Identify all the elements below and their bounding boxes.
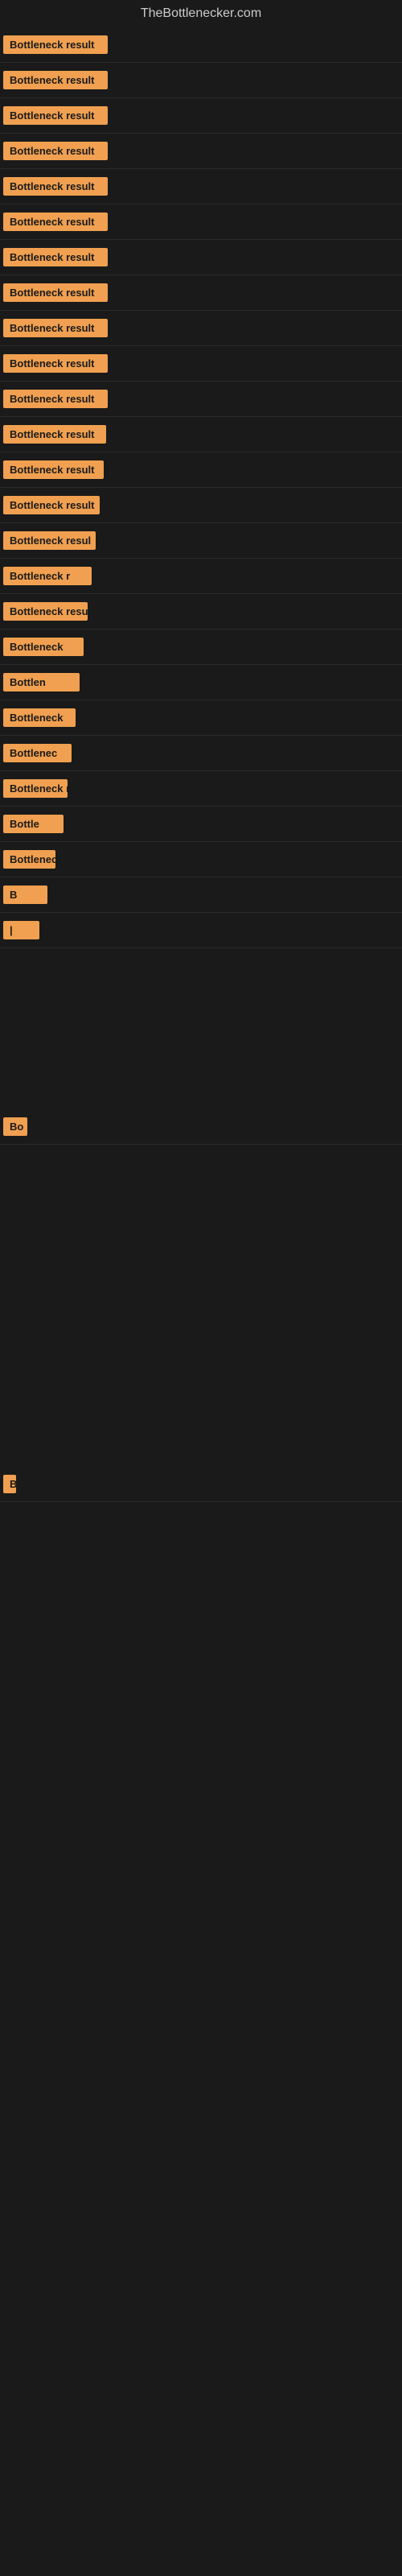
list-item[interactable]: Bottleneck result — [0, 169, 402, 204]
list-item[interactable]: B — [0, 877, 402, 913]
list-item[interactable]: Bottleneck result — [0, 63, 402, 98]
list-item[interactable]: Bottleneck result — [0, 346, 402, 382]
bottleneck-result-label[interactable]: B — [3, 886, 47, 904]
spacer-section-3 — [0, 1502, 402, 1985]
bottleneck-result-label[interactable]: Bottleneck result — [3, 248, 108, 266]
bottleneck-result-label[interactable]: Bottleneck result — [3, 425, 106, 444]
bottleneck-result-label[interactable]: Bottleneck result — [3, 71, 108, 89]
list-item[interactable]: Bottlenec — [0, 736, 402, 771]
list-item[interactable]: Bottlen — [0, 665, 402, 700]
bottleneck-result-label[interactable]: Bottleneck — [3, 708, 76, 727]
bottleneck-result-label[interactable]: Bottleneck result — [3, 354, 108, 373]
bottleneck-result-label[interactable]: Bottlenec — [3, 744, 72, 762]
list-item[interactable]: Bottleneck result — [0, 488, 402, 523]
list-item[interactable]: Bottleneck result — [0, 98, 402, 134]
list-item[interactable]: Bottleneck result — [0, 417, 402, 452]
list-item[interactable]: Bottleneck — [0, 630, 402, 665]
bottleneck-result-label[interactable]: Bottleneck result — [3, 390, 108, 408]
list-item[interactable]: Bottleneck result — [0, 204, 402, 240]
list-item[interactable]: Bottleneck result — [0, 240, 402, 275]
bottleneck-result-label[interactable]: Bottleneck — [3, 850, 55, 869]
bottleneck-result-label[interactable]: Bottle — [3, 815, 64, 833]
bottleneck-result-label[interactable]: Bottleneck r — [3, 779, 68, 798]
list-item[interactable]: Bottle — [0, 807, 402, 842]
list-item[interactable]: Bo — [0, 1109, 402, 1145]
list-item[interactable]: Bottleneck resu — [0, 594, 402, 630]
bottleneck-result-label[interactable]: Bottleneck result — [3, 106, 108, 125]
list-item[interactable]: Bottleneck result — [0, 134, 402, 169]
bottleneck-result-label[interactable]: Bottleneck result — [3, 460, 104, 479]
site-title: TheBottlenecker.com — [0, 0, 402, 27]
list-item[interactable]: Bottleneck result — [0, 311, 402, 346]
bottleneck-result-label[interactable]: | — [3, 921, 39, 939]
spacer-section-2 — [0, 1145, 402, 1467]
bottleneck-result-label[interactable]: Bo — [3, 1117, 27, 1136]
list-item[interactable]: Bottleneck r — [0, 1467, 402, 1502]
list-item[interactable]: Bottleneck result — [0, 275, 402, 311]
spacer-section — [0, 948, 402, 1109]
bottleneck-result-label[interactable]: Bottleneck r — [3, 1475, 16, 1493]
list-item[interactable]: Bottleneck resul — [0, 523, 402, 559]
bottleneck-result-label[interactable]: Bottleneck — [3, 638, 84, 656]
list-item[interactable]: Bottleneck r — [0, 771, 402, 807]
bottleneck-result-label[interactable]: Bottleneck result — [3, 213, 108, 231]
bottleneck-result-label[interactable]: Bottleneck result — [3, 496, 100, 514]
list-item[interactable]: Bottleneck — [0, 842, 402, 877]
bottleneck-result-label[interactable]: Bottleneck result — [3, 142, 108, 160]
bottleneck-result-label[interactable]: Bottleneck result — [3, 35, 108, 54]
bottleneck-result-label[interactable]: Bottleneck result — [3, 177, 108, 196]
bottleneck-result-label[interactable]: Bottlen — [3, 673, 80, 691]
bottleneck-result-label[interactable]: Bottleneck result — [3, 283, 108, 302]
bottleneck-result-label[interactable]: Bottleneck result — [3, 319, 108, 337]
list-item[interactable]: Bottleneck — [0, 700, 402, 736]
bottleneck-list: Bottleneck result Bottleneck result Bott… — [0, 27, 402, 1985]
list-item[interactable]: | — [0, 913, 402, 948]
bottleneck-result-label[interactable]: Bottleneck r — [3, 567, 92, 585]
list-item[interactable]: Bottleneck result — [0, 382, 402, 417]
bottleneck-result-label[interactable]: Bottleneck resu — [3, 602, 88, 621]
bottleneck-result-label[interactable]: Bottleneck resul — [3, 531, 96, 550]
list-item[interactable]: Bottleneck result — [0, 27, 402, 63]
list-item[interactable]: Bottleneck r — [0, 559, 402, 594]
list-item[interactable]: Bottleneck result — [0, 452, 402, 488]
